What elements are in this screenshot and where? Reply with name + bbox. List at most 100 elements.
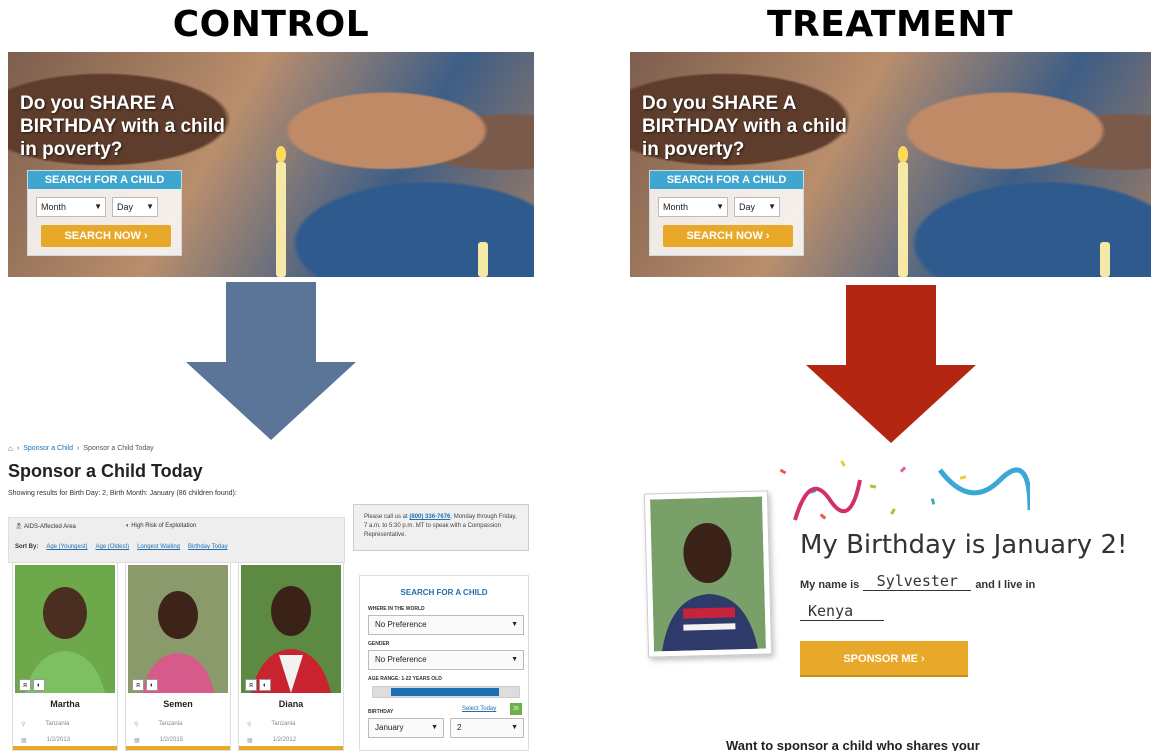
treatment-landing-page: My Birthday is January 2! My name is Syl…	[630, 440, 1151, 751]
candle-flame	[276, 146, 286, 162]
location-icon: ⚲	[247, 722, 252, 728]
child-card[interactable]: ᴙ ◐ Diana ⚲ Tanzania ▦ 1/2/2012	[238, 562, 344, 751]
child-birthdate: 1/2/2012	[272, 737, 297, 743]
ribbon-icon: 🎗	[15, 524, 23, 530]
treatment-arrow-icon	[806, 285, 976, 443]
ribbon-icon: ᴙ	[19, 679, 31, 691]
child-photo	[241, 565, 341, 693]
candle	[478, 242, 488, 277]
chevron-down-icon: ▼	[511, 656, 518, 663]
breadcrumb: ⌂ › Sponsor a Child › Sponsor a Child To…	[8, 444, 154, 453]
card-accent	[126, 746, 230, 750]
breadcrumb-current: Sponsor a Child Today	[83, 445, 154, 452]
hero-search-box: SEARCH FOR A CHILD Month ▼ Day ▼ SEARCH NO…	[27, 170, 182, 256]
child-country: Kenya	[800, 602, 884, 621]
card-accent	[13, 746, 117, 750]
child-photo	[15, 565, 115, 693]
age-range-label: AGE RANGE: 1-22 YEARS OLD	[368, 676, 442, 682]
control-arrow-icon	[186, 282, 356, 440]
arrow-shape	[186, 282, 356, 440]
hero-headline: Do you SHARE A BIRTHDAY with a child in …	[642, 93, 847, 160]
chevron-down-icon: ▼	[431, 724, 438, 731]
hero-search-box: SEARCH FOR A CHILD Month ▼ Day ▼ SEARCH NO…	[649, 170, 804, 256]
child-card[interactable]: ᴙ ◐ Semen ⚲ Tanzania ▦ 1/2/2015	[125, 562, 231, 751]
shield-icon: ◐	[33, 679, 45, 691]
control-landing-page: ⌂ › Sponsor a Child › Sponsor a Child To…	[8, 444, 534, 751]
calendar-icon: ▦	[21, 738, 27, 744]
age-range-slider[interactable]	[372, 686, 520, 698]
gender-select[interactable]: No Preference ▼	[368, 650, 524, 670]
home-icon[interactable]: ⌂	[8, 444, 13, 453]
month-select[interactable]: Month ▼	[658, 197, 728, 217]
ribbon-icon: ᴙ	[245, 679, 257, 691]
child-birthdate: 1/2/2015	[159, 737, 184, 743]
sort-age-youngest[interactable]: Age (Youngest)	[46, 544, 87, 550]
birthday-headline: My Birthday is January 2!	[800, 530, 1128, 560]
shield-icon: ◐	[125, 523, 130, 529]
filter-bar: 🎗 AIDS-Affected Area ◐ High Risk of Expl…	[8, 517, 345, 563]
phone-link[interactable]: (800) 336-7676	[409, 514, 450, 520]
calendar-icon: ▦	[134, 738, 140, 744]
hero-search-title: SEARCH FOR A CHILD	[28, 171, 181, 189]
calendar-icon[interactable]: 26	[510, 703, 522, 715]
candle-flame	[898, 146, 908, 162]
child-card[interactable]: ᴙ ◐ Martha ⚲ Tanzania ▦ 1/2/2013	[12, 562, 118, 751]
country-line: Kenya	[800, 602, 884, 621]
shield-icon: ◐	[259, 679, 271, 691]
shield-icon: ◐	[146, 679, 158, 691]
breadcrumb-link[interactable]: Sponsor a Child	[23, 445, 73, 452]
ribbon-icon: ᴙ	[132, 679, 144, 691]
candle	[898, 162, 908, 277]
location-icon: ⚲	[134, 722, 139, 728]
select-today-link[interactable]: Select Today	[462, 706, 496, 712]
treatment-label: TREATMENT	[766, 4, 1014, 45]
chevron-down-icon: ▼	[146, 202, 154, 211]
sidebar-search-title: SEARCH FOR A CHILD	[400, 588, 488, 597]
birthday-label: BIRTHDAY	[368, 709, 394, 715]
arrow-shape	[806, 285, 976, 443]
search-now-button[interactable]: SEARCH NOW ›	[41, 225, 171, 247]
location-icon: ⚲	[21, 722, 26, 728]
child-country: Tanzania	[45, 721, 70, 727]
child-photo-frame	[643, 490, 773, 658]
child-name: Semen	[163, 699, 193, 709]
hero-headline: Do you SHARE A BIRTHDAY with a child in …	[20, 93, 225, 160]
sponsor-me-button[interactable]: SPONSOR ME ›	[800, 641, 968, 677]
birthday-day-select[interactable]: 2 ▼	[450, 718, 524, 738]
page-title: Sponsor a Child Today	[8, 461, 203, 481]
child-name: Martha	[50, 699, 80, 709]
world-select[interactable]: No Preference ▼	[368, 615, 524, 635]
control-hero-banner: Do you SHARE A BIRTHDAY with a child in …	[8, 52, 534, 277]
child-country: Tanzania	[271, 721, 296, 727]
sort-label: Sort By:	[15, 544, 39, 550]
chevron-down-icon: ▼	[768, 202, 776, 211]
child-birthdate: 1/2/2013	[46, 737, 71, 743]
chevron-down-icon: ▼	[511, 621, 518, 628]
birthday-month-select[interactable]: January ▼	[368, 718, 444, 738]
day-select[interactable]: Day ▼	[734, 197, 780, 217]
age-range-fill	[391, 688, 499, 696]
child-name: Diana	[278, 699, 304, 709]
month-select[interactable]: Month ▼	[36, 197, 106, 217]
world-label: WHERE IN THE WORLD	[368, 606, 425, 612]
legend-exploitation: ◐ High Risk of Exploitation	[125, 523, 197, 529]
search-now-button[interactable]: SEARCH NOW ›	[663, 225, 793, 247]
name-sentence: My name is Sylvester and I live in	[800, 572, 1036, 591]
chevron-down-icon: ▼	[716, 202, 724, 211]
ribbon-streamers	[793, 467, 1030, 521]
sort-birthday-today[interactable]: Birthday Today	[188, 544, 228, 550]
child-country: Tanzania	[158, 721, 183, 727]
treatment-hero-banner: Do you SHARE A BIRTHDAY with a child in …	[630, 52, 1151, 277]
control-label: CONTROL	[172, 4, 370, 45]
confetti	[779, 468, 787, 475]
sort-age-oldest[interactable]: Age (Oldest)	[96, 544, 130, 550]
sort-longest-waiting[interactable]: Longest Waiting	[137, 544, 180, 550]
child-name: Sylvester	[863, 572, 972, 591]
child-photo	[128, 565, 228, 693]
call-us-box: Please call us at (800) 336-7676, Monday…	[353, 504, 529, 551]
footer-partial-text: Want to sponsor a child who shares your	[726, 738, 980, 751]
chevron-down-icon: ▼	[511, 724, 518, 731]
card-accent	[239, 746, 343, 750]
day-select[interactable]: Day ▼	[112, 197, 158, 217]
chevron-down-icon: ▼	[94, 202, 102, 211]
